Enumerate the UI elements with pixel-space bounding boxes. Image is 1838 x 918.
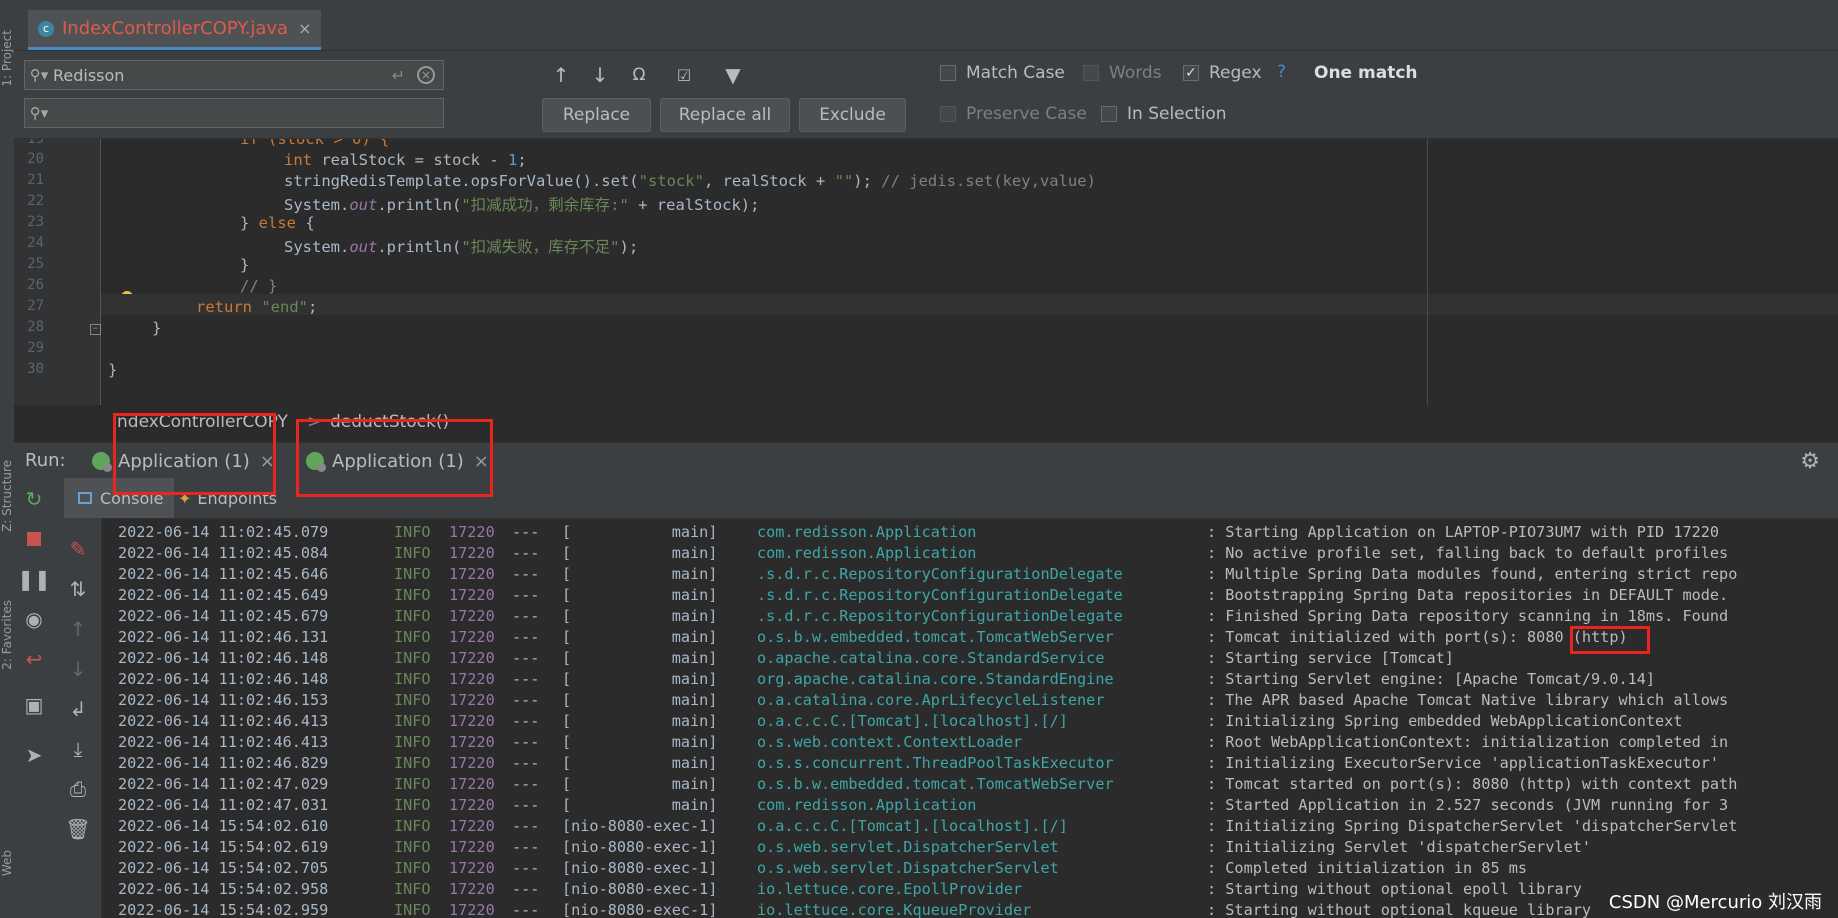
code-line: } [108,361,118,379]
top-toolbar-strip [0,0,1838,10]
down-arrow-icon[interactable]: ↓ [63,654,93,684]
structure-tool-button[interactable]: Z: Structure [0,460,14,532]
next-occurrence-icon[interactable]: ↓ [585,60,615,90]
line-number: 20 [27,151,44,167]
line-number: 28 [27,319,44,335]
checkbox-box[interactable] [1083,65,1099,81]
checkbox-box[interactable] [940,106,956,122]
editor-tab-bar: c IndexControllerCOPY.java × [14,10,1838,51]
preserve-case-checkbox[interactable]: Preserve Case [940,104,1087,124]
select-all-occurrences-icon[interactable]: Ω [624,60,654,90]
gear-icon[interactable]: ⚙ [1800,449,1820,474]
line-number: 29 [27,340,44,356]
highlight-box-port [1570,626,1650,654]
code-line: } else { [240,214,315,232]
match-result: One match [1314,63,1418,83]
editor-tab-label: IndexControllerCOPY.java [62,18,289,39]
match-case-checkbox[interactable]: Match Case [940,63,1065,83]
pause-icon[interactable]: ❚❚ [17,564,51,594]
favorites-tool-button[interactable]: 2: Favorites [0,600,14,670]
run-toolbar-primary: ↻ ❚❚ ◉ ↩ ▣ ➤ [14,487,54,918]
code-line: System.out.println("扣减失败，库存不足"); [284,238,639,256]
code-line: stringRedisTemplate.opsForValue().set("s… [284,172,1096,190]
trash-icon[interactable]: 🗑 [63,814,93,844]
editor-tab[interactable]: c IndexControllerCOPY.java × [28,10,322,50]
left-tool-strip: 1: Project Z: Structure 2: Favorites Web [0,10,15,918]
search-icon[interactable]: ⚲▾ [25,104,53,122]
fold-icon[interactable]: − [90,324,101,335]
search-icon[interactable]: ⚲▾ [25,66,53,84]
rerun-icon[interactable]: ↻ [19,484,49,514]
regex-help-link[interactable]: ? [1277,62,1286,82]
checkmark-icon[interactable]: ✓ [1183,65,1199,81]
exclude-button[interactable]: Exclude [799,98,906,132]
web-tool-button[interactable]: Web [0,850,14,876]
project-tool-button[interactable]: 1: Project [0,30,14,87]
pin-icon[interactable]: ➤ [19,740,49,770]
code-line: } [240,256,250,274]
spring-boot-icon [92,452,112,472]
run-subtabs: Console ✦ Endpoints [14,478,1838,519]
regex-checkbox[interactable]: ✓ Regex [1183,63,1262,83]
filter-icon[interactable]: ▼ [718,60,748,90]
code-line: return "end"; [196,298,318,316]
line-number: 27 [27,298,44,314]
watermark: CSDN @Mercurio 刘汉雨 [1608,892,1822,913]
line-number: 30 [27,361,44,377]
code-line: // } [240,277,278,295]
replace-input[interactable]: ⚲▾ [24,98,444,128]
run-toolbar-secondary: ✎ ⇅ ↑ ↓ ↲ ⤓ ⎙ 🗑 [54,518,102,918]
line-number: 24 [27,235,44,251]
clear-output-icon[interactable]: ✎ [63,534,93,564]
up-arrow-icon[interactable]: ↑ [63,614,93,644]
in-selection-checkbox[interactable]: In Selection [1101,104,1227,124]
replace-button[interactable]: Replace [542,98,651,132]
previous-occurrence-icon[interactable]: ↑ [546,60,576,90]
console-output[interactable]: 2022-06-14 11:02:45.079 INFO 17220 ---[ mai… [102,523,1838,918]
code-line: System.out.println("扣减成功，剩余库存:" + realSt… [284,196,760,214]
line-number: 22 [27,193,44,209]
checkbox-box[interactable] [940,65,956,81]
editor-gutter: 19 20 21 22 23 24 25 26 27 28 29 30 − [14,139,134,405]
enter-icon: ↵ [391,65,405,85]
soft-wrap-icon[interactable]: ↲ [63,694,93,724]
right-margin-guide [1427,139,1428,405]
code-line: int realStock = stock - 1; [284,151,527,169]
search-input[interactable]: ⚲▾ Redisson ↵ × [24,60,444,90]
line-number: 19 [27,139,44,147]
layout-icon[interactable]: ▣ [19,690,49,720]
checkbox-box[interactable] [1101,106,1117,122]
close-tab-icon[interactable]: × [298,19,311,38]
words-checkbox[interactable]: Words [1083,63,1162,83]
code-editor[interactable]: 19 20 21 22 23 24 25 26 27 28 29 30 − if… [14,139,1838,405]
clear-search-icon[interactable]: × [417,66,435,84]
replace-all-button[interactable]: Replace all [660,98,790,132]
line-number: 26 [27,277,44,293]
run-tool-header: Run: Application (1) × Application (1) ×… [14,442,1838,479]
code-line: if (stock > 0) { [240,139,390,148]
sort-icon[interactable]: ⇅ [63,574,93,604]
find-replace-panel: ⚲▾ Redisson ↵ × ⚲▾ ↑ ↓ Ω ☑ ▼ Match Case … [14,51,1838,139]
java-class-icon: c [38,20,54,37]
camera-icon[interactable]: ◉ [19,604,49,634]
multi-select-icon[interactable]: ☑ [669,60,699,90]
highlight-box-run-tab-2 [296,419,493,497]
code-line: } [152,319,162,337]
line-number: 23 [27,214,44,230]
line-number: 25 [27,256,44,272]
current-line-highlight [101,294,1838,315]
console-icon [78,492,92,504]
exit-icon[interactable]: ↩ [19,644,49,674]
scroll-to-end-icon[interactable]: ⤓ [63,734,93,764]
search-input-value: Redisson [53,65,125,85]
breadcrumb: IndexControllerCOPY > deductStock() [14,405,1838,442]
print-icon[interactable]: ⎙ [63,774,93,804]
stop-icon[interactable] [19,524,49,554]
run-label: Run: [25,450,66,471]
line-number: 21 [27,172,44,188]
highlight-box-run-tab-1 [113,413,276,495]
